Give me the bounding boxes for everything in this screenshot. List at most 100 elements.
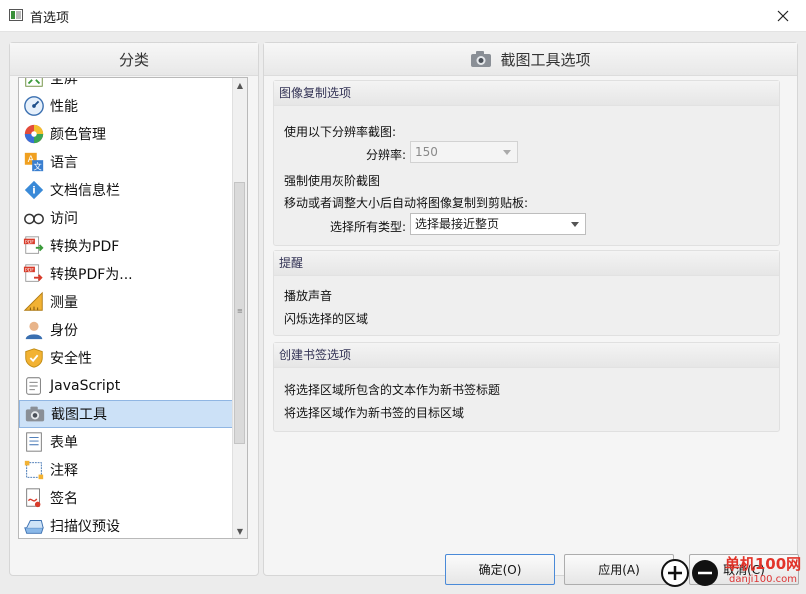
scanner-icon xyxy=(22,514,46,538)
resolution-intro: 使用以下分辨率截图: xyxy=(284,125,397,139)
sidebar-item[interactable]: 安全性 xyxy=(19,344,237,372)
sidebar-item[interactable]: 截图工具 xyxy=(19,400,237,428)
scroll-up-button[interactable]: ▲ xyxy=(233,78,247,92)
app-icon xyxy=(9,9,23,21)
sidebar-item-label: 身份 xyxy=(50,323,78,339)
sidebar-item-label: 颜色管理 xyxy=(50,127,106,143)
user-icon xyxy=(22,318,46,342)
sidebar-item-label: 扫描仪预设 xyxy=(50,519,120,535)
window-title: 首选项 xyxy=(30,11,70,26)
sidebar-item[interactable]: 表单 xyxy=(19,428,237,456)
bookmark-section: 创建书签选项 将选择区域所包含的文本作为新书签标题 将选择区域作为新书签的目标区… xyxy=(273,342,780,432)
svg-text:文: 文 xyxy=(34,161,42,171)
alert-title: 提醒 xyxy=(274,251,779,276)
zoom-widget[interactable] xyxy=(658,558,720,588)
watermark-line2: danji100.com xyxy=(729,574,797,585)
sidebar-item[interactable]: PDF 转换为PDF xyxy=(19,232,237,260)
sidebar-item[interactable]: 测量 xyxy=(19,288,237,316)
sidebar-item[interactable]: 访问 xyxy=(19,204,237,232)
grayscale-option[interactable]: 强制使用灰阶截图 xyxy=(284,172,380,189)
close-button[interactable] xyxy=(760,0,806,31)
svg-text:PDF: PDF xyxy=(25,239,34,245)
camera-icon xyxy=(23,402,47,426)
shield-icon xyxy=(22,346,46,370)
chevron-down-icon xyxy=(571,222,579,227)
svg-text:PDF: PDF xyxy=(25,267,34,273)
area-as-target-option[interactable]: 将选择区域作为新书签的目标区域 xyxy=(284,404,464,421)
info-icon: i xyxy=(22,178,46,202)
script-icon xyxy=(22,374,46,398)
camera-icon xyxy=(471,51,492,67)
svg-text:i: i xyxy=(32,186,35,197)
sidebar-item[interactable]: 颜色管理 xyxy=(19,120,237,148)
resolution-value: 150 xyxy=(415,145,438,159)
pdf-export-icon: PDF xyxy=(22,262,46,286)
sidebar-item[interactable]: A 文语言 xyxy=(19,148,237,176)
watermark-logo: 单机100网 danji100.com xyxy=(720,556,806,594)
sidebar-item-label: JavaScript xyxy=(50,378,121,394)
sidebar-item[interactable]: i 文档信息栏 xyxy=(19,176,237,204)
category-pane: 分类 全屏 性能 颜色管理 A 文语言 i 文档信息栏 访问 PDF 转换为PDF PDF 转换PDF… xyxy=(9,42,259,576)
form-icon xyxy=(22,430,46,454)
category-list: 全屏 性能 颜色管理 A 文语言 i 文档信息栏 访问 PDF 转换为PDF PDF 转换PDF为..… xyxy=(18,77,248,539)
title-bar: 首选项 xyxy=(0,0,806,32)
ok-button[interactable]: 确定(O) xyxy=(445,554,555,585)
sidebar-item-label: 表单 xyxy=(50,435,78,451)
sidebar-item-label: 访问 xyxy=(50,211,78,227)
comment-icon xyxy=(22,458,46,482)
ruler-icon xyxy=(22,290,46,314)
sidebar-item-label: 转换为PDF xyxy=(50,239,120,255)
language-icon: A文 xyxy=(22,150,46,174)
category-header-label: 分类 xyxy=(118,50,149,69)
color-wheel-icon xyxy=(22,122,46,146)
dialog-body: 分类 全屏 性能 颜色管理 A 文语言 i 文档信息栏 访问 PDF 转换为PDF PDF 转换PDF… xyxy=(0,32,806,594)
signature-icon xyxy=(22,486,46,510)
sidebar-item-label: 转换PDF为... xyxy=(50,267,133,283)
resolution-select[interactable]: 150 xyxy=(410,141,518,163)
options-header: 截图工具选项 xyxy=(264,43,797,76)
sidebar-item[interactable]: 全屏 xyxy=(19,77,237,92)
sidebar-item[interactable]: 注释 xyxy=(19,456,237,484)
sidebar-item-label: 注释 xyxy=(50,463,78,479)
image-copy-title: 图像复制选项 xyxy=(274,81,779,106)
sidebar-item-label: 全屏 xyxy=(50,77,78,87)
sidebar-item[interactable]: JavaScript xyxy=(19,372,237,400)
sidebar-item-label: 语言 xyxy=(50,155,78,171)
sidebar-item-label: 文档信息栏 xyxy=(50,183,120,199)
category-header: 分类 xyxy=(10,43,258,76)
type-select[interactable]: 选择最接近整页 xyxy=(410,213,586,235)
play-sound-option[interactable]: 播放声音 xyxy=(284,287,332,304)
sidebar-item-label: 截图工具 xyxy=(51,407,107,423)
flash-area-option[interactable]: 闪烁选择的区域 xyxy=(284,310,368,327)
text-as-title-option[interactable]: 将选择区域所包含的文本作为新书签标题 xyxy=(284,381,500,398)
image-copy-section: 图像复制选项 使用以下分辨率截图: 分辨率: 150 强制使用灰阶截图 移动或者… xyxy=(273,80,780,246)
sidebar-item[interactable]: 性能 xyxy=(19,92,237,120)
sidebar-item-label: 安全性 xyxy=(50,351,92,367)
close-icon xyxy=(777,10,789,21)
chevron-down-icon xyxy=(503,150,511,155)
sidebar-item-label: 签名 xyxy=(50,491,78,507)
fullscreen-icon xyxy=(22,78,46,90)
gauge-icon xyxy=(22,94,46,118)
scroll-thumb[interactable]: ≡ xyxy=(234,182,245,444)
pdf-convert-icon: PDF xyxy=(22,234,46,258)
alert-section: 提醒 播放声音 闪烁选择的区域 xyxy=(273,250,780,336)
scroll-down-button[interactable]: ▼ xyxy=(233,524,247,538)
sidebar-item[interactable]: PDF 转换PDF为... xyxy=(19,260,237,288)
options-pane: 截图工具选项 图像复制选项 使用以下分辨率截图: 分辨率: 150 强制使用灰阶… xyxy=(263,42,798,576)
sidebar-item-label: 性能 xyxy=(50,99,78,115)
type-value: 选择最接近整页 xyxy=(415,217,500,231)
sidebar-item[interactable]: 扫描仪预设 xyxy=(19,512,237,538)
resolution-label: 分辨率: xyxy=(366,148,407,162)
watermark-line1: 单机100网 xyxy=(724,555,802,573)
sidebar-item[interactable]: 签名 xyxy=(19,484,237,512)
options-title: 截图工具选项 xyxy=(500,50,591,69)
category-scrollbar[interactable]: ▲ ≡ ▼ xyxy=(232,78,247,538)
sidebar-item[interactable]: 身份 xyxy=(19,316,237,344)
sidebar-item-label: 测量 xyxy=(50,295,78,311)
glasses-icon xyxy=(22,206,46,230)
bookmark-title: 创建书签选项 xyxy=(274,343,779,368)
auto-copy-option[interactable]: 移动或者调整大小后自动将图像复制到剪贴板: xyxy=(284,194,528,211)
type-label: 选择所有类型: xyxy=(330,220,407,234)
grip-icon: ≡ xyxy=(237,307,243,315)
